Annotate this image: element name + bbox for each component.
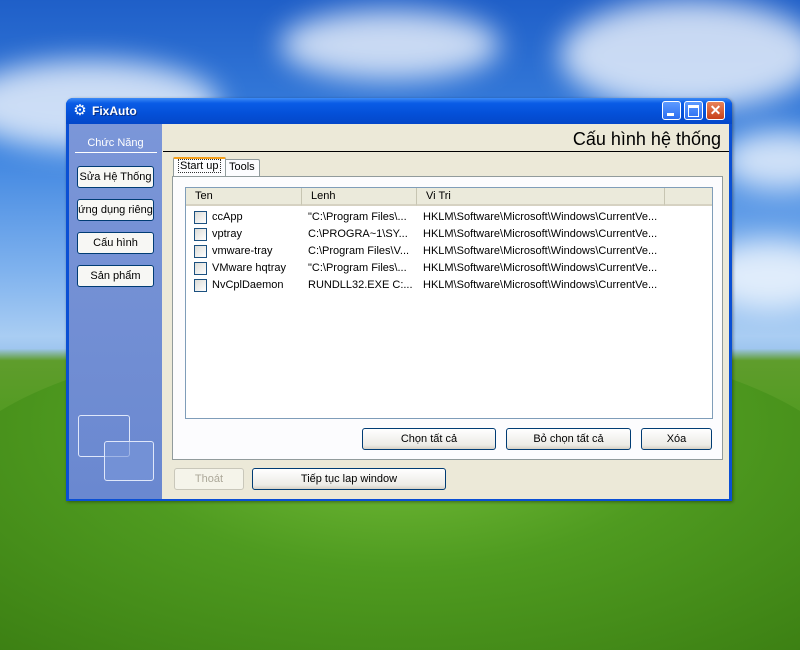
page-title: Cấu hình hệ thống [572,129,721,149]
cell-name: vptray [212,228,242,240]
sidebar: Chức Năng Sửa Hệ Thống ứng dụng riêng Cấ… [69,124,162,499]
deselect-all-button[interactable]: Bỏ chọn tất cả [506,428,631,450]
cell-location: HKLM\Software\Microsoft\Windows\CurrentV… [423,211,658,223]
table-row[interactable]: VMware hqtray "C:\Program Files\... HKLM… [186,260,712,277]
tab-label: Tools [229,161,255,173]
maximize-button[interactable] [684,101,703,120]
window-title: FixAuto [92,104,137,118]
cell-command: C:\PROGRA~1\SY... [308,228,408,240]
tab-start-up[interactable]: Start up [173,157,226,176]
row-checkbox[interactable] [194,211,207,224]
row-checkbox[interactable] [194,245,207,258]
fixauto-window: ⚙ FixAuto ✕ Chức Năng Sửa Hệ Thống ứng d… [66,98,732,501]
cell-command: "C:\Program Files\... [308,262,407,274]
cell-location: HKLM\Software\Microsoft\Windows\CurrentV… [423,228,658,240]
header-divider [163,151,729,152]
title-bar[interactable]: ⚙ FixAuto ✕ [66,98,732,124]
cell-name: NvCplDaemon [212,279,284,291]
sidebar-item-sua-he-thong[interactable]: Sửa Hệ Thống [77,166,154,188]
minimize-button[interactable] [662,101,681,120]
delete-button[interactable]: Xóa [641,428,712,450]
decorative-square [104,441,154,481]
row-checkbox[interactable] [194,228,207,241]
continue-window-button[interactable]: Tiếp tục lap window [252,468,446,490]
cell-command: RUNDLL32.EXE C:... [308,279,413,291]
gear-icon: ⚙ [73,102,87,119]
row-checkbox[interactable] [194,262,207,275]
cell-name: vmware-tray [212,245,273,257]
sidebar-title: Chức Năng [87,137,144,149]
page-header: Cấu hình hệ thống [163,124,729,150]
cell-location: HKLM\Software\Microsoft\Windows\CurrentV… [423,279,658,291]
sidebar-item-san-pham[interactable]: Sản phẩm [77,265,154,287]
sidebar-item-cau-hinh[interactable]: Cấu hình [77,232,154,254]
cell-command: C:\Program Files\V... [308,245,410,257]
select-all-button[interactable]: Chọn tất cả [362,428,496,450]
column-header-filler [665,188,712,206]
column-header-vi-tri[interactable]: Vi Tri [417,188,665,206]
table-row[interactable]: vptray C:\PROGRA~1\SY... HKLM\Software\M… [186,226,712,243]
window-client-area: Chức Năng Sửa Hệ Thống ứng dụng riêng Cấ… [69,124,729,499]
sidebar-item-ung-dung-rieng[interactable]: ứng dụng riêng [77,199,154,221]
table-row[interactable]: vmware-tray C:\Program Files\V... HKLM\S… [186,243,712,260]
column-header-lenh[interactable]: Lenh [302,188,417,206]
startup-tab-panel: Ten Lenh Vi Tri ccApp "C:\Program Files\… [172,176,723,460]
row-checkbox[interactable] [194,279,207,292]
cell-name: VMware hqtray [212,262,286,274]
cell-command: "C:\Program Files\... [308,211,407,223]
table-row[interactable]: ccApp "C:\Program Files\... HKLM\Softwar… [186,209,712,226]
exit-button[interactable]: Thoát [174,468,244,490]
tab-tools[interactable]: Tools [224,159,260,176]
close-icon: ✕ [709,102,722,118]
table-row[interactable]: NvCplDaemon RUNDLL32.EXE C:... HKLM\Soft… [186,277,712,294]
startup-list[interactable]: Ten Lenh Vi Tri ccApp "C:\Program Files\… [185,187,713,419]
cell-name: ccApp [212,211,243,223]
column-header-ten[interactable]: Ten [186,188,302,206]
sidebar-divider [75,152,157,153]
cell-location: HKLM\Software\Microsoft\Windows\CurrentV… [423,262,658,274]
close-button[interactable]: ✕ [706,101,725,120]
cell-location: HKLM\Software\Microsoft\Windows\CurrentV… [423,245,658,257]
tab-label: Start up [178,159,221,173]
